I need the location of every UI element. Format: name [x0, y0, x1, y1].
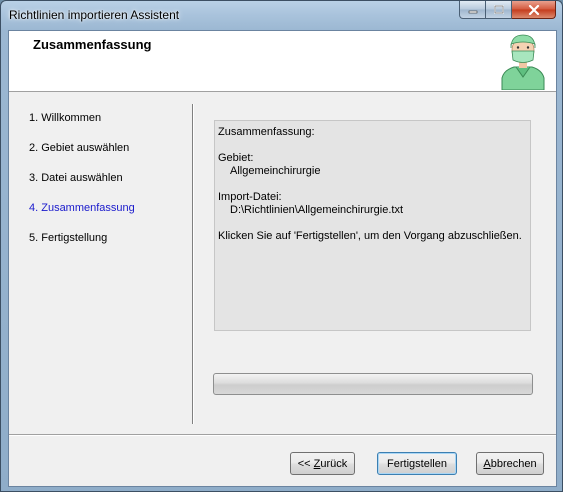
- caption-buttons: [459, 1, 556, 21]
- close-icon: [528, 4, 539, 15]
- maximize-icon: [493, 5, 504, 14]
- step-finish: 5. Fertigstellung: [29, 232, 108, 244]
- area-value: Allgemeinchirurgie: [230, 165, 321, 177]
- import-file-label: Import-Datei:: [218, 191, 282, 203]
- back-button[interactable]: << Zurück: [290, 452, 355, 475]
- finish-button[interactable]: Fertigstellen: [377, 452, 457, 475]
- finish-instruction: Klicken Sie auf 'Fertigstellen', um den …: [218, 230, 522, 242]
- wizard-steps: 1. Willkommen 2. Gebiet auswählen 3. Dat…: [29, 111, 135, 261]
- back-button-prefix: <<: [297, 457, 314, 470]
- area-label: Gebiet:: [218, 152, 254, 164]
- close-button[interactable]: [512, 1, 556, 19]
- step-welcome: 1. Willkommen: [29, 112, 102, 124]
- step-select-area: 2. Gebiet auswählen: [29, 142, 130, 154]
- progress-bar: [213, 373, 533, 395]
- button-bar-divider: [9, 434, 556, 436]
- wizard-header: Zusammenfassung: [9, 31, 556, 92]
- summary-textbox[interactable]: Zusammenfassung: Gebiet: Allgemeinchirur…: [214, 120, 531, 331]
- window-title: Richtlinien importieren Assistent: [9, 8, 180, 22]
- wizard-client-area: Zusammenfassung 1. Willkommen 2. Gebiet …: [8, 30, 557, 487]
- back-button-mnemonic: Z: [313, 457, 321, 470]
- back-button-rest: urück: [320, 457, 348, 470]
- page-title: Zusammenfassung: [33, 37, 152, 52]
- finish-button-label: Fertigstellen: [387, 457, 447, 470]
- vertical-divider: [192, 104, 194, 424]
- cancel-button-mnemonic: A: [483, 457, 491, 470]
- title-bar[interactable]: Richtlinien importieren Assistent: [1, 1, 562, 31]
- minimize-icon: [468, 10, 477, 13]
- minimize-button[interactable]: [459, 1, 486, 19]
- maximize-button[interactable]: [486, 1, 512, 19]
- surgeon-icon: [501, 34, 545, 90]
- step-select-file: 3. Datei auswählen: [29, 172, 123, 184]
- cancel-button-rest: bbrechen: [490, 457, 537, 470]
- step-summary: 4. Zusammenfassung: [29, 202, 135, 214]
- summary-heading: Zusammenfassung:: [218, 126, 315, 138]
- cancel-button[interactable]: Abbrechen: [476, 452, 544, 475]
- wizard-window: Richtlinien importieren Assistent Zusamm…: [0, 0, 563, 492]
- import-file-value: D:\Richtlinien\Allgemeinchirurgie.txt: [230, 204, 404, 216]
